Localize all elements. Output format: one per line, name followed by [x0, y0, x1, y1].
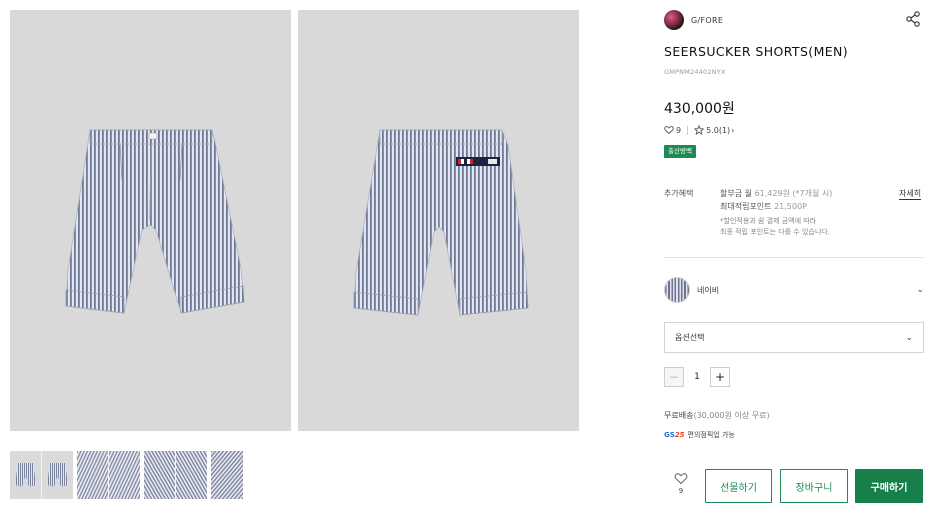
meta-divider	[687, 125, 689, 135]
mini-shorts-icon	[15, 463, 36, 487]
pickup-info: GS25 편의점픽업 가능	[664, 430, 735, 440]
like-count: 9	[676, 125, 682, 135]
buy-now-button[interactable]: 구매하기	[855, 469, 923, 503]
chevron-down-icon: ⌄	[916, 285, 924, 295]
pickup-text: 편의점픽업 가능	[687, 431, 735, 439]
installment-prefix: 할부금 월	[720, 189, 752, 198]
wishlist-count: 9	[678, 487, 684, 495]
shipping-info: 무료배송(30,000원 이상 무료)	[664, 410, 770, 421]
quantity-stepper: − 1 +	[664, 367, 730, 387]
gs25-logo: GS25	[664, 431, 685, 439]
shipping-condition: (30,000원 이상 무료)	[693, 411, 770, 420]
shorts-front-illustration	[65, 129, 245, 314]
detail-fabric-icon	[77, 451, 140, 499]
shorts-back-illustration	[353, 129, 529, 316]
color-selector[interactable]: 네이비 ⌄	[664, 277, 924, 303]
benefit-label: 추가혜택	[664, 189, 694, 198]
divider	[664, 257, 924, 258]
gift-button[interactable]: 선물하기	[705, 469, 772, 503]
wishlist-button[interactable]: 9	[672, 472, 690, 495]
product-page: G/FORE SEERSUCKER SHORTS(MEN) GMPNM24402…	[0, 0, 936, 513]
gs25-logo-number: 25	[674, 431, 685, 439]
quantity-plus-button[interactable]: +	[710, 367, 730, 387]
brand-logo	[664, 10, 684, 30]
chevron-down-icon: ⌄	[905, 332, 913, 343]
share-icon[interactable]	[905, 11, 921, 27]
chevron-right-icon: ›	[731, 125, 735, 135]
product-price: 430,000원	[664, 101, 735, 117]
thumbnail-front-back[interactable]	[10, 451, 73, 499]
detail-fabric-icon	[144, 451, 207, 499]
option-select[interactable]: 옵션선택 ⌄	[664, 322, 924, 353]
color-swatch	[664, 277, 690, 303]
rating-value: 5.0(1)	[706, 125, 731, 135]
quantity-value[interactable]: 1	[684, 372, 710, 382]
brand-row[interactable]: G/FORE	[664, 10, 723, 30]
thumbnail-detail-2[interactable]	[144, 451, 207, 499]
quantity-minus-button[interactable]: −	[664, 367, 684, 387]
status-badge: 출산방벡	[664, 145, 696, 158]
product-image-front[interactable]	[10, 10, 291, 431]
detail-fabric-icon	[211, 451, 243, 499]
benefit-note-line: *할인적용과 쉼 결제 금액에 따라	[720, 217, 817, 225]
benefit-detail-link[interactable]: 자세히	[899, 188, 922, 200]
points-value: 21,500P	[774, 201, 807, 211]
benefit-note: *할인적용과 쉼 결제 금액에 따라 최종 적립 포인트는 다를 수 있습니다.	[720, 216, 832, 237]
product-code: GMPNM24402NYX	[664, 68, 726, 76]
thumbnail-front-half	[10, 451, 41, 499]
meta-row: 9 5.0(1) ›	[664, 125, 734, 135]
brand-name: G/FORE	[691, 15, 724, 25]
star-icon	[694, 125, 705, 135]
shipping-label: 무료배송	[664, 411, 694, 420]
mini-shorts-icon	[47, 463, 68, 487]
rating-link[interactable]: 5.0(1) ›	[694, 125, 734, 135]
thumbnail-detail-3[interactable]	[211, 451, 243, 499]
points-prefix: 최대적립포인트	[720, 201, 772, 211]
installment-value: 61,429원 (*7개월 시)	[754, 189, 833, 198]
heart-icon	[674, 473, 688, 485]
thumbnail-detail-1[interactable]	[77, 451, 140, 499]
product-image-back[interactable]	[298, 10, 579, 431]
thumbnail-strip	[10, 451, 243, 499]
product-title: SEERSUCKER SHORTS(MEN)	[664, 44, 849, 59]
add-to-cart-button[interactable]: 장바구니	[780, 469, 848, 503]
thumbnail-back-half	[41, 451, 73, 499]
benefit-details: 할부금 월 61,429원 (*7개월 시) 최대적립포인트 21,500P *…	[720, 188, 832, 237]
installment-line: 할부금 월 61,429원 (*7개월 시)	[720, 188, 832, 201]
gs25-logo-prefix: GS	[664, 431, 675, 439]
option-select-label: 옵션선택	[675, 333, 705, 342]
color-name: 네이비	[697, 285, 720, 295]
heart-icon	[664, 126, 674, 135]
benefit-note-line: 최종 적립 포인트는 다를 수 있습니다.	[720, 227, 830, 236]
points-line: 최대적립포인트 21,500P	[720, 201, 832, 214]
